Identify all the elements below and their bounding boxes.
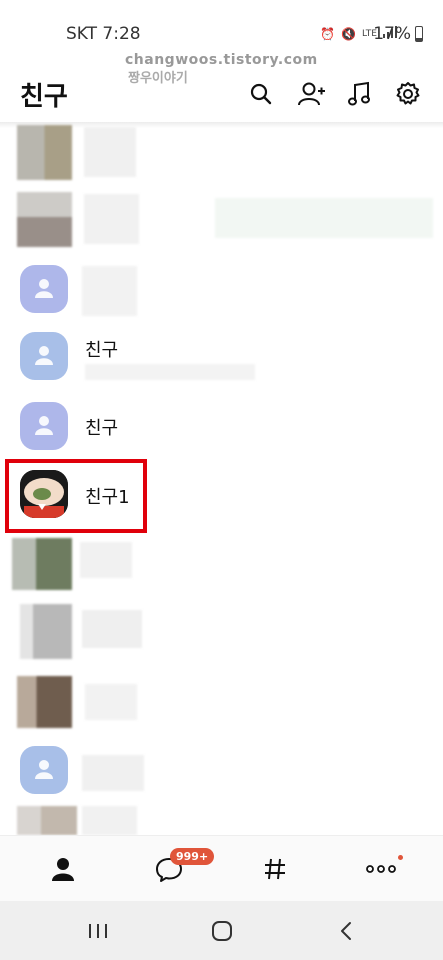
friend-name: 친구 xyxy=(85,340,119,361)
add-friend-button[interactable] xyxy=(296,78,328,110)
mute-icon: 🔇 xyxy=(341,26,357,41)
list-item[interactable] xyxy=(17,743,427,799)
list-item[interactable] xyxy=(17,125,147,181)
list-item[interactable]: 친구 xyxy=(17,330,427,386)
avatar xyxy=(20,402,68,450)
status-message-blurred xyxy=(85,364,255,380)
avatar xyxy=(17,676,72,728)
friend-name-blurred xyxy=(82,806,137,835)
default-profile-icon xyxy=(35,760,53,779)
page-title: 친구 xyxy=(20,82,68,112)
avatar xyxy=(17,125,72,180)
status-time: SKT 7:28 xyxy=(66,24,141,44)
friend-name-blurred xyxy=(84,194,139,244)
search-icon xyxy=(250,83,272,105)
default-profile-icon xyxy=(35,416,53,435)
friends-tab[interactable] xyxy=(8,836,118,902)
person-icon xyxy=(52,858,74,881)
avatar xyxy=(20,746,68,794)
settings-button[interactable] xyxy=(392,78,424,110)
list-item[interactable] xyxy=(17,262,427,318)
friend-name-blurred xyxy=(84,127,136,177)
list-item[interactable] xyxy=(17,676,147,732)
battery-icon xyxy=(415,26,423,42)
recent-apps-icon xyxy=(89,923,107,938)
settings-icon xyxy=(396,82,420,105)
back-button[interactable] xyxy=(306,901,386,960)
status-message-blurred xyxy=(215,198,433,238)
home-icon xyxy=(212,920,232,941)
friend-name-blurred xyxy=(80,542,132,578)
friend-name-blurred xyxy=(85,684,137,720)
list-item[interactable] xyxy=(12,538,142,594)
battery-percent: 17% xyxy=(373,24,411,44)
default-profile-icon xyxy=(35,346,53,365)
friend-name-blurred xyxy=(82,755,144,791)
avatar xyxy=(20,332,68,380)
search-button[interactable] xyxy=(245,78,277,110)
friend-name-blurred xyxy=(82,266,137,316)
highlight-box xyxy=(5,459,147,533)
avatar xyxy=(12,538,72,590)
hashtag-icon xyxy=(265,858,285,880)
status-bar: SKT 7:28 ⏰ 🔇 LTE 17% xyxy=(0,0,443,52)
friend-name-blurred xyxy=(82,610,142,648)
list-item[interactable] xyxy=(17,192,437,248)
bottom-nav: 999+ xyxy=(0,835,443,902)
recent-apps-button[interactable] xyxy=(58,901,138,960)
home-button[interactable] xyxy=(182,901,262,960)
chats-tab[interactable]: 999+ xyxy=(114,836,224,902)
battery-indicator: 17% xyxy=(373,24,423,44)
avatar xyxy=(20,604,72,659)
alarm-icon: ⏰ xyxy=(320,26,336,41)
system-nav-bar xyxy=(0,901,443,960)
friend-name: 친구 xyxy=(85,418,119,439)
list-item[interactable] xyxy=(17,806,147,835)
more-new-dot xyxy=(398,855,403,860)
more-dots-icon xyxy=(366,865,396,873)
chat-unread-badge: 999+ xyxy=(170,848,215,865)
music-icon xyxy=(348,81,370,106)
back-chevron-icon xyxy=(341,921,351,940)
list-item[interactable] xyxy=(20,604,150,660)
music-button[interactable] xyxy=(343,78,375,110)
avatar xyxy=(17,806,77,835)
more-tab[interactable] xyxy=(326,836,436,902)
list-item[interactable]: 친구 xyxy=(17,399,427,455)
default-profile-icon xyxy=(35,279,53,298)
avatar xyxy=(17,192,72,247)
openchat-tab[interactable] xyxy=(220,836,330,902)
add-friend-icon xyxy=(298,82,325,106)
avatar xyxy=(20,265,68,313)
header: 친구 xyxy=(0,60,443,122)
